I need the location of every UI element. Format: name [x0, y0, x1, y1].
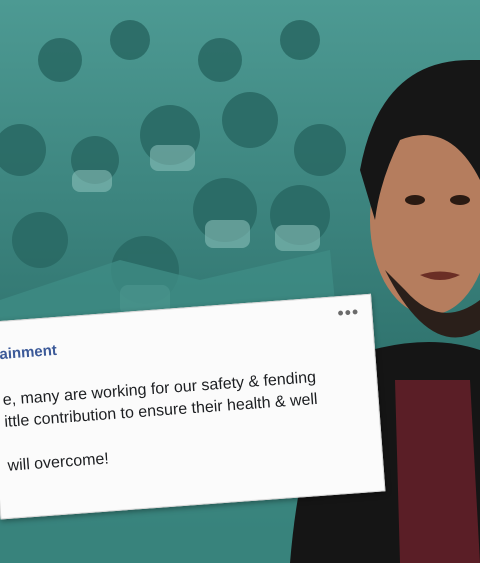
facebook-post-card: ••• ainment e, many are working for our …	[0, 293, 386, 520]
post-text-line-3: will overcome!	[7, 450, 110, 475]
photo-collage: ••• ainment e, many are working for our …	[0, 0, 480, 563]
more-options-icon[interactable]: •••	[337, 302, 360, 325]
post-page-name[interactable]: ainment	[0, 342, 57, 363]
